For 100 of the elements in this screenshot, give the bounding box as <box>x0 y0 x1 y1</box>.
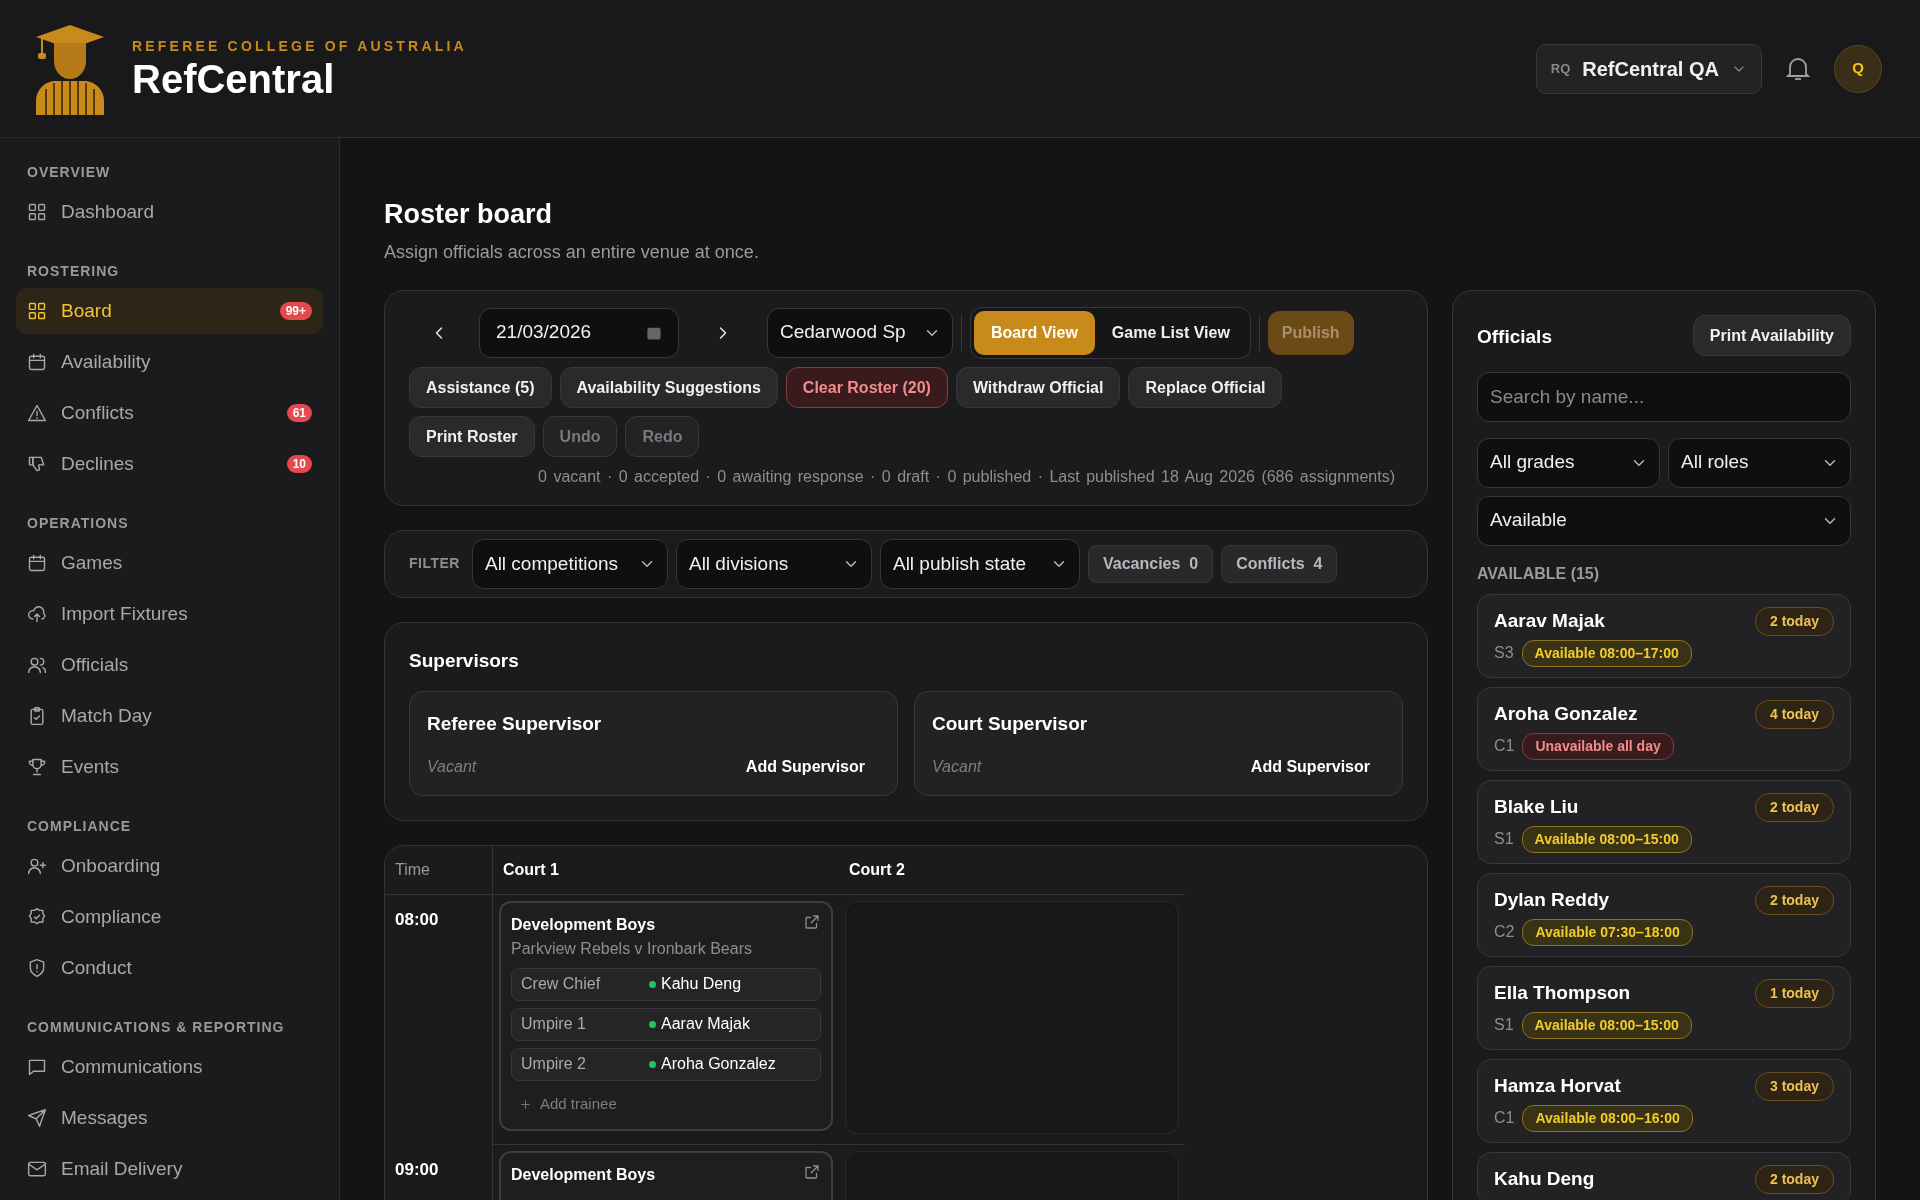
grade-label: C1 <box>1494 736 1515 757</box>
official-name: Dylan Reddy <box>1494 887 1610 912</box>
nav-item[interactable]: Email Delivery <box>16 1146 323 1192</box>
action-button[interactable]: Print Roster <box>409 415 535 457</box>
action-button[interactable]: Redo <box>625 415 700 457</box>
nav-item[interactable]: Events <box>16 744 323 790</box>
view-tab[interactable]: Game List View <box>1094 310 1247 355</box>
filter-select[interactable]: All publish state <box>879 538 1080 589</box>
app-title: RefCentral <box>132 57 336 101</box>
column-header: Court 1 <box>493 845 839 895</box>
nav-item[interactable]: Communications <box>16 1044 323 1090</box>
cloud-upload-icon <box>27 604 47 624</box>
nav-item[interactable]: Declines 10 <box>16 441 323 487</box>
panel-title: Officials <box>1477 324 1552 349</box>
assignment-row[interactable]: Umpire 1 Aarav Majak <box>511 1007 821 1041</box>
venue-select[interactable]: Cedarwood Sp <box>767 307 953 358</box>
section-heading: COMMUNICATIONS & REPORTING <box>26 1018 286 1037</box>
action-button[interactable]: Availability Suggestions <box>559 366 778 408</box>
division-name: Development Boys <box>511 914 656 935</box>
official-card[interactable]: Hamza Horvat 3 today C1 Available 08:00–16:00 <box>1477 1058 1851 1143</box>
filter-chip[interactable]: Conflicts 4 <box>1221 544 1338 583</box>
send-icon <box>27 1108 47 1128</box>
load-badge: 2 today <box>1755 885 1834 915</box>
grade-label: S3 <box>1494 643 1514 664</box>
load-badge: 2 today <box>1755 792 1834 822</box>
section-heading: COMPLIANCE <box>26 817 133 836</box>
assignment-row[interactable]: Crew Chief Kahu Deng <box>511 967 821 1001</box>
add-supervisor-button[interactable]: Add Supervisor <box>745 754 880 779</box>
section-heading: ROSTERING <box>26 262 121 281</box>
availability-select[interactable]: Available <box>1477 495 1851 546</box>
workspace-selector[interactable]: RQ RefCentral QA <box>1535 43 1762 94</box>
organization-name: REFEREE COLLEGE OF AUSTRALIA <box>132 37 467 56</box>
action-button[interactable]: Undo <box>542 415 618 457</box>
time-label: 09:00 <box>385 1144 493 1200</box>
external-link-icon[interactable] <box>803 912 821 931</box>
availability-badge: Unavailable all day <box>1522 732 1674 760</box>
nav-item[interactable]: Import Fixtures <box>16 591 323 637</box>
official-card[interactable]: Kahu Deng 2 today <box>1477 1151 1851 1200</box>
filter-select[interactable]: All divisions <box>675 538 872 589</box>
section-title: Supervisors <box>409 648 520 673</box>
role-select[interactable]: All roles <box>1668 437 1851 488</box>
count-badge: 10 <box>286 454 312 474</box>
action-button[interactable]: Withdraw Official <box>955 366 1121 408</box>
workspace-initials: RQ <box>1550 59 1571 78</box>
print-availability-button[interactable]: Print Availability <box>1692 314 1851 356</box>
supervisor-role: Referee Supervisor <box>427 712 603 737</box>
chat-icon <box>27 1057 47 1077</box>
check-badge-icon <box>27 907 47 927</box>
search-field[interactable]: Search by name... <box>1477 371 1851 422</box>
availability-badge: Available 08:00–15:00 <box>1521 1011 1692 1039</box>
assignment-row[interactable]: Umpire 2 Aroha Gonzalez <box>511 1047 821 1081</box>
filter-select[interactable]: All competitions <box>471 538 668 589</box>
column-header: Time <box>385 845 493 895</box>
external-link-icon[interactable] <box>803 1162 821 1181</box>
add-trainee-button[interactable]: Add trainee <box>511 1080 625 1120</box>
nav-item[interactable]: Conduct <box>16 945 323 991</box>
supervisor-role: Court Supervisor <box>932 712 1089 737</box>
nav-item[interactable]: Match Day <box>16 693 323 739</box>
warning-icon <box>27 403 47 423</box>
user-avatar[interactable]: Q <box>1834 44 1882 93</box>
game-card[interactable]: Development Boys <box>499 1150 833 1200</box>
clipboard-icon <box>27 706 47 726</box>
nav-item[interactable]: Conflicts 61 <box>16 390 323 436</box>
official-name: Ella Thompson <box>1494 980 1631 1005</box>
count-badge: 99+ <box>279 301 312 321</box>
official-card[interactable]: Aroha Gonzalez 4 today C1 Unavailable all day <box>1477 686 1851 771</box>
nav-item[interactable]: Dashboard <box>16 189 323 235</box>
load-badge: 2 today <box>1755 606 1834 636</box>
nav-item[interactable]: Messages <box>16 1095 323 1141</box>
column-header: Court 2 <box>839 845 1185 895</box>
people-icon <box>27 655 47 675</box>
action-button[interactable]: Assistance (5) <box>409 366 552 408</box>
page-title: Roster board <box>384 198 554 231</box>
load-badge: 4 today <box>1755 699 1834 729</box>
official-name: Aroha Gonzalez <box>1494 701 1638 726</box>
official-name: Aarav Majak <box>1494 608 1605 633</box>
user-plus-icon <box>27 856 47 876</box>
time-label: 08:00 <box>385 894 493 1145</box>
bell-icon[interactable] <box>1786 55 1810 82</box>
nav-item[interactable]: Compliance <box>16 894 323 940</box>
official-card[interactable]: Ella Thompson 1 today S1 Available 08:00–15:00 <box>1477 965 1851 1050</box>
filter-chip[interactable]: Vacancies 0 <box>1087 544 1214 583</box>
nav-item[interactable]: Onboarding <box>16 843 323 889</box>
add-supervisor-button[interactable]: Add Supervisor <box>1250 754 1385 779</box>
official-card[interactable]: Dylan Reddy 2 today C2 Available 07:30–18:00 <box>1477 872 1851 957</box>
action-button[interactable]: Replace Official <box>1128 366 1283 408</box>
official-name: Hamza Horvat <box>1494 1073 1621 1098</box>
official-card[interactable]: Aarav Majak 2 today S3 Available 08:00–17:00 <box>1477 593 1851 678</box>
load-badge: 3 today <box>1755 1071 1834 1101</box>
action-button[interactable]: Clear Roster (20) <box>785 366 948 408</box>
date-field[interactable]: 21/03/2026 <box>479 307 679 358</box>
official-card[interactable]: Blake Liu 2 today S1 Available 08:00–15:00 <box>1477 779 1851 864</box>
grade-label: S1 <box>1494 829 1514 850</box>
grade-select[interactable]: All grades <box>1477 437 1660 488</box>
nav-item[interactable]: Availability <box>16 339 323 385</box>
match-teams: Parkview Rebels v Ironbark Bears <box>511 938 753 959</box>
game-card[interactable]: Development Boys Parkview Rebels v Ironbark Bears Crew Chief Kahu Deng Umpire 1 Aarav Majak Umpire 2 Aroha Gonzalez Add trainee <box>499 900 833 1132</box>
nav-item[interactable]: Games <box>16 540 323 586</box>
nav-item[interactable]: Board 99+ <box>16 288 323 334</box>
nav-item[interactable]: Officials <box>16 642 323 688</box>
